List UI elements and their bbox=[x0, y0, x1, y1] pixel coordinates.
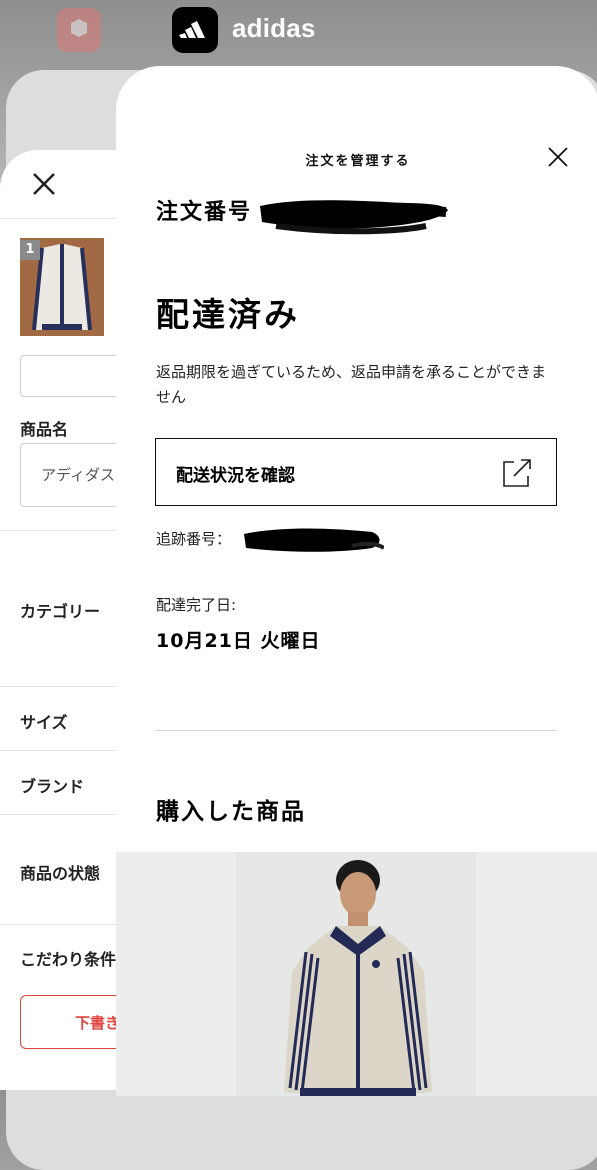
product-name-label: 商品名 bbox=[20, 420, 69, 439]
size-label[interactable]: サイズ bbox=[20, 709, 68, 733]
modal-title: 注文を管理する bbox=[305, 154, 411, 169]
category-label[interactable]: カテゴリー bbox=[20, 598, 100, 622]
save-draft-label: 下書き bbox=[75, 1014, 121, 1032]
preference-label[interactable]: こだわり条件 bbox=[20, 946, 116, 970]
tracking-number-label: 追跡番号： bbox=[156, 530, 232, 548]
divider bbox=[155, 730, 557, 731]
close-icon[interactable] bbox=[32, 172, 56, 196]
mercari-app-icon[interactable] bbox=[57, 8, 101, 52]
delivery-status: 配達済み bbox=[156, 295, 300, 334]
product-name-value: アディダス bbox=[41, 466, 115, 484]
condition-label[interactable]: 商品の状態 bbox=[20, 860, 100, 884]
track-shipment-label: 配送状況を確認 bbox=[176, 466, 295, 486]
product-image[interactable] bbox=[236, 852, 476, 1096]
redaction-scribble bbox=[260, 200, 448, 235]
adidas-app-icon[interactable] bbox=[172, 7, 218, 53]
track-shipment-button[interactable]: 配送状況を確認 bbox=[155, 438, 557, 506]
mercari-icon bbox=[71, 19, 87, 37]
delivered-date-value: 10月21日 火曜日 bbox=[156, 630, 321, 652]
redaction-scribble bbox=[244, 528, 384, 552]
close-icon[interactable] bbox=[547, 146, 569, 168]
app-title: adidas bbox=[232, 13, 316, 43]
delivered-date-label: 配達完了日: bbox=[156, 596, 237, 614]
purchased-items-title: 購入した商品 bbox=[156, 799, 306, 825]
order-number-label: 注文番号 bbox=[156, 200, 253, 225]
external-link-icon bbox=[503, 459, 531, 487]
manage-order-modal: 注文を管理する 注文番号 配達済み 返品期限を過ぎているため、返品申請を承ること… bbox=[116, 66, 597, 1096]
purchased-product-card[interactable] bbox=[116, 852, 597, 1096]
model-wearing-jacket-icon bbox=[236, 852, 476, 1096]
brand-label[interactable]: ブランド bbox=[20, 773, 84, 797]
adidas-logo-icon bbox=[179, 21, 205, 38]
return-ineligible-note: 返品期限を過ぎているため、返品申請を承ることができません bbox=[156, 363, 547, 406]
thumbnail-index-badge: 1 bbox=[20, 240, 40, 260]
